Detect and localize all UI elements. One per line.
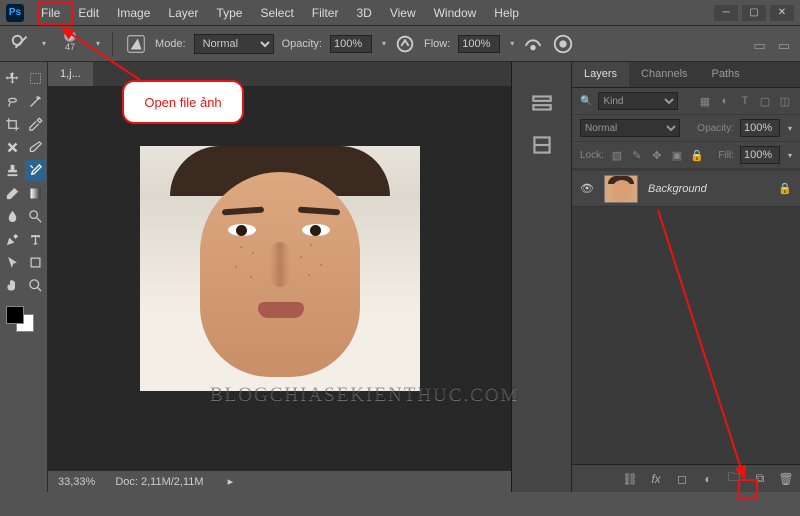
dodge-tool[interactable]	[25, 206, 46, 227]
menu-type[interactable]: Type	[207, 2, 251, 24]
layer-fx-icon[interactable]: fx	[648, 471, 664, 487]
eyedropper-tool[interactable]	[25, 114, 46, 135]
app-logo: Ps	[6, 4, 24, 22]
menu-image[interactable]: Image	[108, 2, 159, 24]
annotation-highlight-newlayer	[738, 479, 758, 499]
move-tool[interactable]	[2, 68, 23, 89]
lock-label: Lock:	[580, 150, 604, 161]
mode-label: Mode:	[155, 38, 186, 50]
lock-icon: 🔒	[778, 182, 792, 195]
filter-type-icon[interactable]: T	[738, 95, 752, 108]
brush-tool[interactable]	[25, 137, 46, 158]
magic-wand-tool[interactable]	[25, 91, 46, 112]
lock-transparency-icon[interactable]: ▨	[610, 149, 624, 162]
collapsed-panel-icon[interactable]	[529, 92, 555, 114]
filter-smart-icon[interactable]: ◫	[778, 95, 792, 108]
layer-mask-icon[interactable]: ◻	[674, 471, 690, 487]
gradient-tool[interactable]	[25, 183, 46, 204]
tab-channels[interactable]: Channels	[629, 62, 699, 87]
history-brush-tool[interactable]	[25, 160, 46, 181]
canvas-area[interactable]	[48, 86, 511, 470]
filter-shape-icon[interactable]: ▢	[758, 95, 772, 108]
eraser-tool[interactable]	[2, 183, 23, 204]
chevron-down-icon[interactable]: ▾	[382, 39, 386, 48]
delete-layer-icon[interactable]: 🗑	[778, 471, 794, 487]
spot-heal-tool[interactable]	[2, 137, 23, 158]
chevron-down-icon[interactable]: ▾	[42, 39, 46, 48]
filter-pixel-icon[interactable]: ▦	[698, 95, 712, 108]
lock-all-icon[interactable]: 🔒	[690, 149, 704, 162]
annotation-callout: Open file ảnh	[122, 80, 244, 124]
image-canvas	[140, 146, 420, 391]
layer-name-label[interactable]: Background	[648, 183, 707, 195]
doc-info: Doc: 2,11M/2,11M	[115, 476, 203, 488]
visibility-eye-icon[interactable]: 👁	[580, 182, 594, 195]
search-icon: 🔍	[580, 96, 592, 107]
menu-view[interactable]: View	[381, 2, 425, 24]
fill-label: Fill:	[718, 150, 734, 161]
opacity-label: Opacity:	[282, 38, 322, 50]
hand-tool[interactable]	[2, 275, 23, 296]
layer-blend-select[interactable]: Normal	[580, 119, 680, 137]
tab-layers[interactable]: Layers	[572, 62, 629, 87]
window-close-button[interactable]: ✕	[770, 5, 794, 21]
lock-position-icon[interactable]: ✥	[650, 149, 664, 162]
menu-select[interactable]: Select	[251, 2, 302, 24]
window-maximize-button[interactable]: ▢	[742, 5, 766, 21]
chevron-down-icon[interactable]: ▾	[96, 39, 100, 48]
marquee-tool[interactable]	[25, 68, 46, 89]
tool-preset-icon[interactable]	[10, 33, 32, 55]
lasso-tool[interactable]	[2, 91, 23, 112]
document-tab[interactable]: 1,j...	[48, 62, 93, 86]
menu-edit[interactable]: Edit	[69, 2, 108, 24]
layer-opacity-label: Opacity:	[697, 123, 734, 134]
color-swatches[interactable]	[2, 306, 46, 336]
flow-input[interactable]	[458, 35, 500, 53]
blur-tool[interactable]	[2, 206, 23, 227]
link-layers-icon[interactable]: ⛓	[622, 471, 638, 487]
adjustment-layer-icon[interactable]: ◐	[700, 471, 716, 487]
menu-layer[interactable]: Layer	[159, 2, 207, 24]
collapsed-panel-icon[interactable]	[529, 134, 555, 156]
brush-size-label: 47	[65, 42, 75, 52]
zoom-level[interactable]: 33,33%	[58, 476, 95, 488]
blend-mode-select[interactable]: Normal	[194, 34, 274, 54]
layer-filter-select[interactable]: Kind	[598, 92, 678, 110]
fill-input[interactable]	[740, 146, 780, 164]
pressure-opacity-icon[interactable]	[394, 33, 416, 55]
opacity-input[interactable]	[330, 35, 372, 53]
tools-palette	[0, 62, 48, 492]
panel-group-icon[interactable]: ▭	[778, 38, 790, 54]
menu-help[interactable]: Help	[485, 2, 528, 24]
layer-opacity-input[interactable]	[740, 119, 780, 137]
lock-pixels-icon[interactable]: ✎	[630, 149, 644, 162]
annotation-highlight-file	[38, 1, 73, 25]
layer-row-background[interactable]: 👁 Background 🔒	[572, 171, 800, 207]
crop-tool[interactable]	[2, 114, 23, 135]
menu-3d[interactable]: 3D	[347, 2, 380, 24]
watermark-text: BLOGCHIASEKIENTHUC.COM	[210, 384, 519, 406]
path-select-tool[interactable]	[2, 252, 23, 273]
zoom-tool[interactable]	[25, 275, 46, 296]
airbrush-icon[interactable]	[522, 33, 544, 55]
type-tool[interactable]	[25, 229, 46, 250]
brush-preview[interactable]: 47	[54, 30, 86, 58]
menu-window[interactable]: Window	[425, 2, 486, 24]
tab-paths[interactable]: Paths	[700, 62, 752, 87]
lock-artboard-icon[interactable]: ▣	[670, 149, 684, 162]
pen-tool[interactable]	[2, 229, 23, 250]
window-minimize-button[interactable]: ─	[714, 5, 738, 21]
flow-label: Flow:	[424, 38, 450, 50]
filter-adjust-icon[interactable]: ◐	[718, 95, 732, 108]
pressure-size-icon[interactable]	[552, 33, 574, 55]
shape-tool[interactable]	[25, 252, 46, 273]
chevron-right-icon[interactable]: ▸	[228, 475, 234, 488]
chevron-down-icon[interactable]: ▾	[510, 39, 514, 48]
foreground-color-swatch[interactable]	[6, 306, 24, 324]
layer-thumbnail[interactable]	[604, 175, 638, 203]
brush-panel-icon[interactable]	[125, 33, 147, 55]
menu-filter[interactable]: Filter	[303, 2, 348, 24]
stamp-tool[interactable]	[2, 160, 23, 181]
panel-group-icon[interactable]: ▭	[753, 38, 765, 54]
